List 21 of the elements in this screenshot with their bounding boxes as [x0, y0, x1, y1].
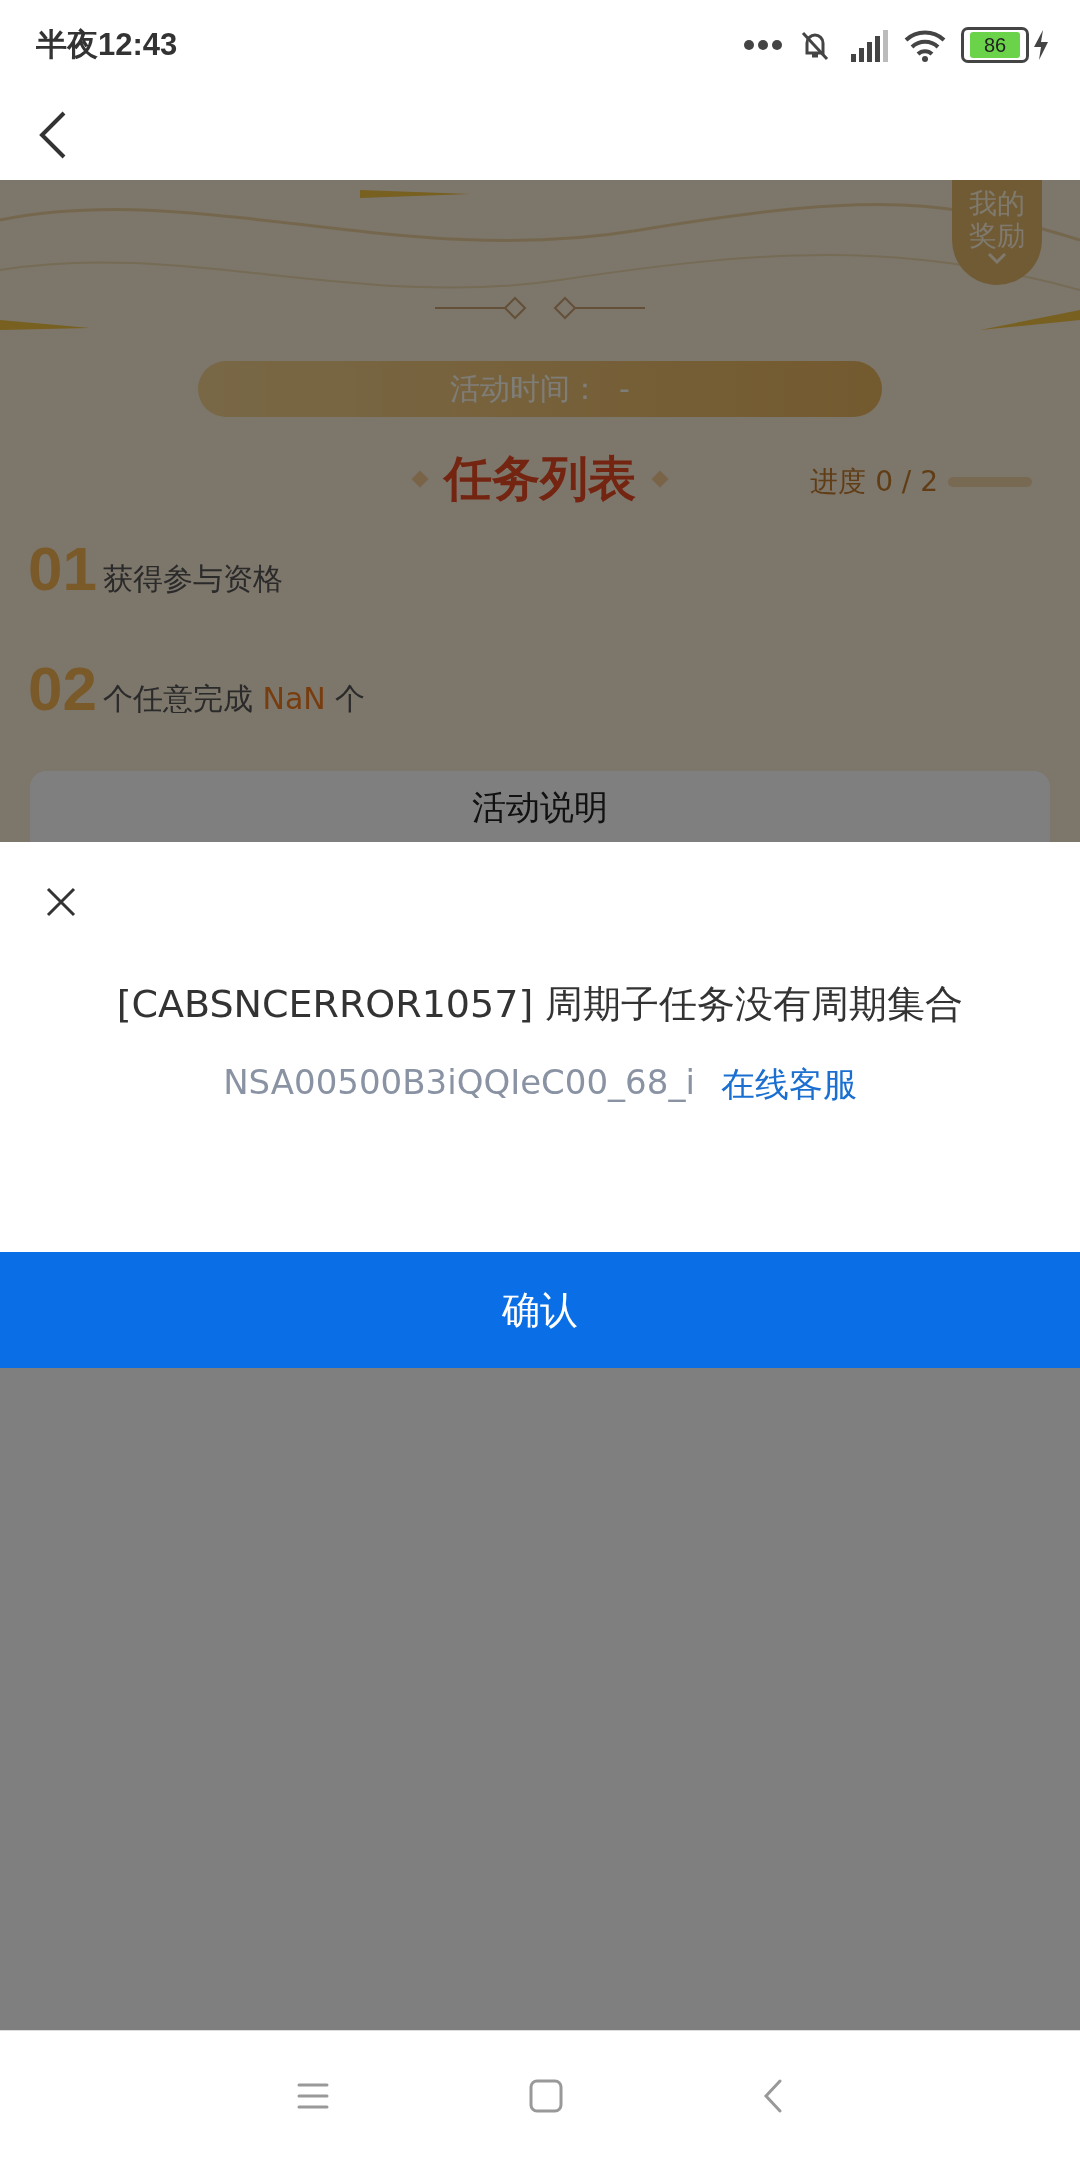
menu-icon[interactable]: [297, 2081, 329, 2110]
task-text: 获得参与资格: [102, 560, 283, 598]
customer-service-link[interactable]: 在线客服: [720, 1062, 857, 1108]
diamond-divider-icon: [435, 295, 645, 321]
status-time: 半夜12:43: [36, 26, 178, 64]
close-icon[interactable]: [46, 887, 76, 917]
more-dots-icon: [743, 39, 783, 51]
charging-icon: [1032, 30, 1050, 60]
task-number: 01: [28, 539, 97, 599]
task-list-title: 任务列表: [444, 449, 636, 508]
progress-label: 进度 0 / 2: [810, 464, 938, 500]
battery-icon: 86: [961, 27, 1029, 63]
wifi-icon: [903, 28, 947, 62]
confirm-button[interactable]: 确认: [0, 1252, 1080, 1368]
error-message: [CABSNCERROR1057] 周期子任务没有周期集合: [115, 981, 965, 1028]
request-id: NSA00500B3iQQIeC00_68_i: [223, 1062, 695, 1104]
task-number: 02: [28, 659, 97, 719]
task-text: 个任意完成 NaN 个: [102, 680, 366, 718]
description-title: 活动说明: [472, 786, 608, 829]
back-icon[interactable]: [763, 2078, 783, 2113]
home-square-icon[interactable]: [529, 2078, 563, 2113]
